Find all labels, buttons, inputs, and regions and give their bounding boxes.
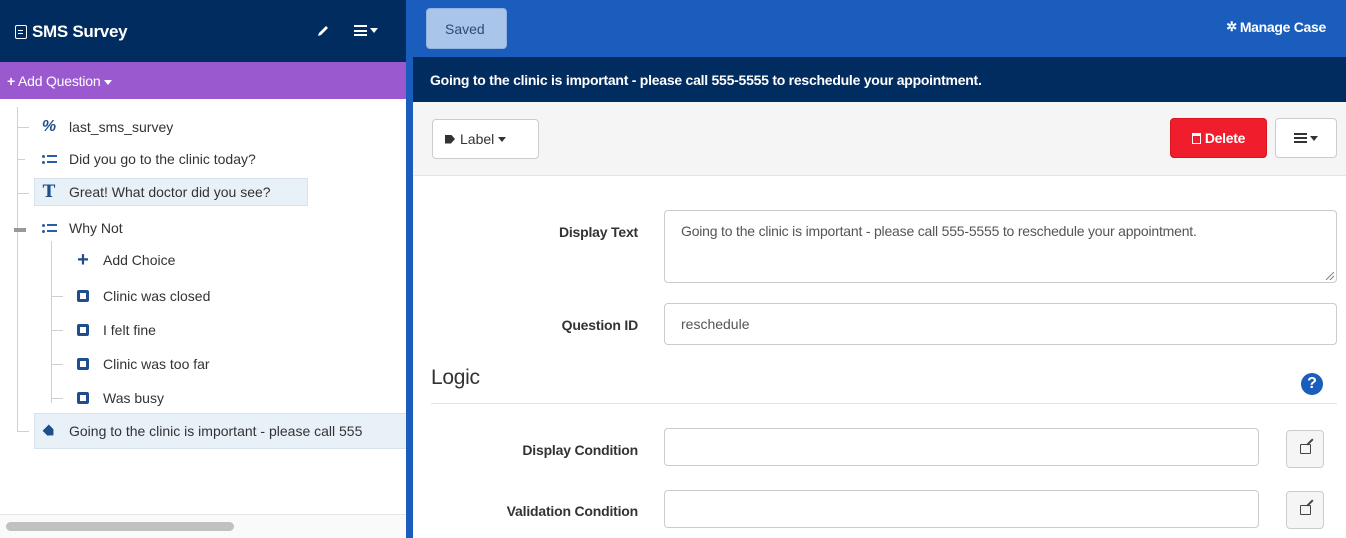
variable-icon: % [41,118,57,135]
question-type-dropdown[interactable]: Label [432,119,539,159]
tree-connector [17,127,29,128]
tree-connector [51,364,63,365]
horizontal-scrollbar[interactable] [0,514,406,538]
tree-item-question-selected[interactable]: T Great! What doctor did you see? [34,178,308,206]
question-preview-text: Going to the clinic is important - pleas… [430,72,982,88]
tree-connector [17,107,18,431]
edit-display-condition-button[interactable] [1286,430,1324,468]
tree-connector [51,330,63,331]
tree-item-label: Did you go to the clinic today? [69,151,256,167]
form-title-text: SMS Survey [32,22,128,41]
hamburger-icon [354,25,367,36]
edit-icon [1299,505,1311,515]
hamburger-icon [1294,133,1307,143]
resize-grip-icon[interactable] [1326,272,1334,280]
editor-topbar: Saved ✲ Manage Case [413,0,1346,57]
tree-item-choice[interactable]: Was busy [74,384,164,412]
checkbox-icon [74,288,92,304]
pencil-icon[interactable] [316,24,330,38]
tree-connector [17,431,29,432]
tree-toggle[interactable] [14,228,26,232]
caret-down-icon [370,28,378,33]
tree-item-label: Great! What doctor did you see? [69,184,271,200]
tree-item-question[interactable]: Why Not [40,214,123,242]
tag-icon [40,423,58,439]
logic-divider [431,403,1337,404]
delete-button[interactable]: Delete [1170,118,1267,158]
display-text-field[interactable]: Going to the clinic is important - pleas… [664,210,1337,283]
tree-item-choice[interactable]: Clinic was closed [74,282,210,310]
question-id-label: Question ID [561,317,639,333]
tree-item-label: Was busy [103,390,164,406]
caret-down-icon [104,79,113,85]
tree-item-label: Clinic was too far [103,356,210,372]
edit-icon [1299,444,1311,454]
question-tree-sidebar: SMS Survey + Add Question % last_sms_sur… [0,0,406,538]
panel-divider[interactable] [406,0,413,538]
tree-connector [17,159,25,160]
form-menu-button[interactable] [354,25,378,36]
display-condition-label: Display Condition [522,442,638,458]
tree-item-label: last_sms_survey [69,119,174,135]
checkbox-icon [74,356,92,372]
add-question-label: Add Question [17,73,101,89]
multiple-choice-icon [40,220,58,236]
tree-connector [51,398,63,399]
logic-heading: Logic [431,366,480,389]
tree-item-variable[interactable]: % last_sms_survey [40,113,173,141]
form-title[interactable]: SMS Survey [15,22,128,42]
saved-button[interactable]: Saved [426,8,507,49]
validation-condition-label: Validation Condition [506,503,639,519]
delete-label: Delete [1204,130,1246,146]
question-id-field[interactable]: reschedule [664,303,1337,345]
question-id-value: reschedule [681,316,750,332]
tree-item-label: Going to the clinic is important - pleas… [69,423,363,439]
tree-connector [51,241,52,403]
question-toolbar: Label Delete [413,102,1346,176]
validation-condition-field[interactable] [664,490,1259,528]
tree-item-choice[interactable]: Clinic was too far [74,350,210,378]
tree-connector [51,296,63,297]
plus-icon: + [77,249,89,271]
tree-item-question[interactable]: Did you go to the clinic today? [40,145,256,173]
checkbox-icon [74,322,92,338]
edit-validation-condition-button[interactable] [1286,491,1324,529]
multiple-choice-icon [40,151,58,167]
text-question-icon: T [42,182,56,202]
tree-item-label: Clinic was closed [103,288,211,304]
display-condition-field[interactable] [664,428,1259,466]
plus-icon: + [7,73,15,89]
add-choice-button[interactable]: + Add Choice [74,246,175,274]
question-tree: % last_sms_survey Did you go to the clin… [0,99,406,538]
tree-item-label: Why Not [69,220,123,236]
sidebar-header: SMS Survey [0,0,406,62]
manage-case-button[interactable]: ✲ Manage Case [1226,19,1326,35]
question-menu-button[interactable] [1275,118,1337,158]
tree-connector [17,193,29,194]
add-question-button[interactable]: + Add Question [0,62,406,99]
gear-icon: ✲ [1226,19,1237,34]
checkbox-icon [74,390,92,406]
add-choice-label: Add Choice [103,252,176,268]
scrollbar-thumb[interactable] [6,522,234,531]
question-type-label: Label [460,131,495,147]
tree-item-label: I felt fine [103,322,156,338]
tag-icon [445,134,455,144]
tree-item-choice[interactable]: I felt fine [74,316,156,344]
manage-case-label: Manage Case [1239,19,1326,35]
help-icon[interactable]: ? [1301,373,1323,395]
trash-icon [1191,132,1201,144]
tree-item-label-selected[interactable]: Going to the clinic is important - pleas… [34,413,406,449]
question-editor: Saved ✲ Manage Case Going to the clinic … [413,0,1346,538]
form-builder-app: SMS Survey + Add Question % last_sms_sur… [0,0,1346,538]
display-text-label: Display Text [558,224,638,240]
caret-down-icon [1310,135,1318,141]
document-icon [15,25,27,39]
caret-down-icon [498,136,507,142]
display-text-value: Going to the clinic is important - pleas… [681,223,1197,239]
question-preview-bar: Going to the clinic is important - pleas… [413,57,1346,102]
